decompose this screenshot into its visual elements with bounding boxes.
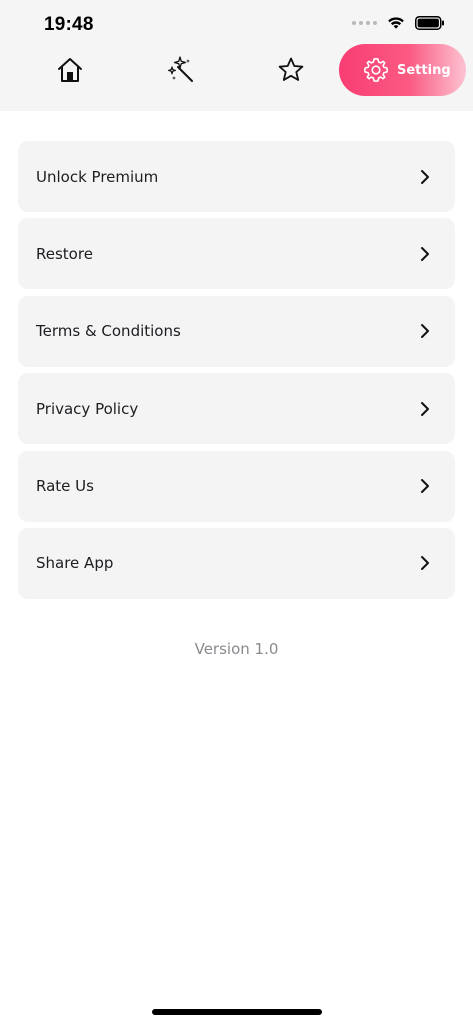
tab-home[interactable] [42,44,98,96]
battery-icon [415,16,444,30]
menu-item-terms-conditions[interactable]: Terms & Conditions [18,295,455,367]
chevron-right-icon [419,323,431,339]
version-label: Version 1.0 [194,640,279,658]
menu-item-label: Rate Us [36,477,94,496]
menu-item-share-app[interactable]: Share App [18,527,455,599]
home-indicator[interactable] [152,1009,322,1015]
chevron-right-icon [419,555,431,571]
menu-item-restore[interactable]: Restore [18,218,455,290]
menu-item-rate-us[interactable]: Rate Us [18,450,455,522]
menu-item-label: Unlock Premium [36,167,159,186]
tab-setting-label: Setting [397,62,451,78]
chevron-right-icon [419,246,431,262]
status-icons [352,16,445,30]
menu-item-label: Privacy Policy [36,399,139,418]
chevron-right-icon [419,478,431,494]
tab-magic[interactable] [153,44,209,96]
menu-item-label: Share App [36,554,114,573]
menu-item-unlock-premium[interactable]: Unlock Premium [18,141,455,212]
tab-setting[interactable]: Setting [339,44,466,96]
tab-favorites[interactable] [263,44,319,96]
signal-dots-icon [352,21,377,25]
menu-item-label: Restore [36,244,93,263]
settings-menu: Unlock Premium Restore Terms & Condition… [18,141,455,605]
magic-wand-icon [168,56,193,82]
tab-bar: Setting [0,44,473,96]
menu-item-privacy-policy[interactable]: Privacy Policy [18,373,455,445]
wifi-icon [388,17,404,29]
status-time: 19:48 [44,14,94,35]
gear-icon [364,58,388,82]
menu-item-label: Terms & Conditions [36,322,181,341]
home-icon [58,58,82,82]
settings-screen: 19:48 Setting Unlock Premium Restore Ter… [0,0,473,1024]
chevron-right-icon [419,169,431,185]
star-icon [278,57,304,81]
top-bar: 19:48 Setting [0,0,473,111]
chevron-right-icon [419,401,431,417]
